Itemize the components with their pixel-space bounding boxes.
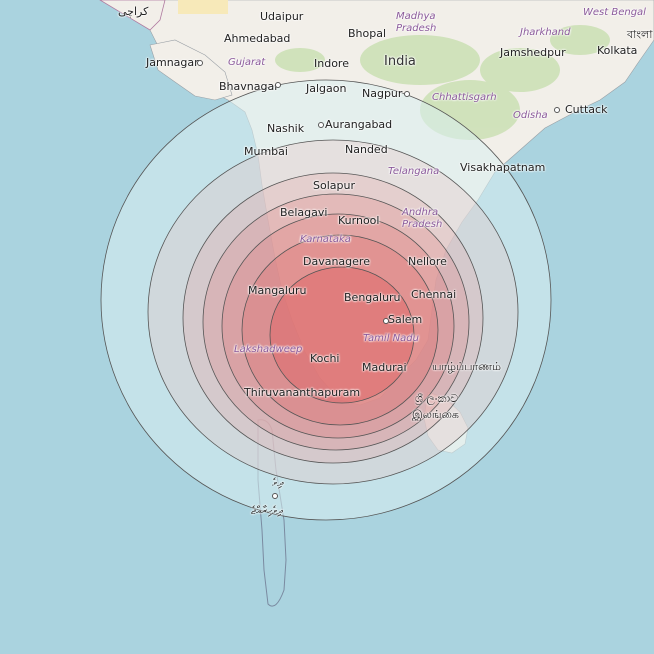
coverage-contours (100, 79, 552, 521)
label-indore: Indore (314, 57, 349, 70)
label-jamnagar: Jamnagar (146, 56, 199, 69)
label-srilanka-si: ශ්‍රී ලංකාව (415, 392, 459, 405)
label-madurai: Madurai (362, 361, 407, 374)
label-ahmedabad: Ahmedabad (224, 32, 291, 45)
label-davanagere: Davanagere (303, 255, 370, 268)
label-madhya-pradesh-1: Madhya (396, 11, 436, 22)
label-madhya-pradesh-2: Pradesh (396, 23, 437, 34)
label-gujarat: Gujarat (228, 57, 266, 68)
label-bhavnagar: Bhavnagar (219, 80, 279, 93)
label-aurangabad: Aurangabad (325, 118, 393, 131)
label-andhra-1: Andhra (402, 207, 439, 218)
desert-patch (178, 0, 228, 14)
label-mumbai: Mumbai (244, 145, 288, 158)
label-chhattisgarh: Chhattisgarh (432, 92, 497, 103)
label-odisha: Odisha (513, 110, 548, 121)
city-dot-bhavnagar (275, 82, 281, 88)
label-nellore: Nellore (408, 255, 447, 268)
label-mangaluru: Mangaluru (248, 284, 307, 297)
label-maldives-2: ދިވެހިރާއްޖެ (251, 504, 283, 517)
label-bengaluru: Bengaluru (344, 291, 401, 304)
basemap (0, 0, 654, 654)
label-thiruvananthapuram: Thiruvananthapuram (244, 386, 361, 399)
label-udaipur: Udaipur (260, 10, 304, 23)
label-jharkhand: Jharkhand (520, 27, 571, 38)
label-solapur: Solapur (313, 179, 355, 192)
label-bhopal: Bhopal (348, 27, 387, 40)
label-tamil-nadu: Tamil Nadu (363, 333, 419, 344)
label-maldives-1: ދިވެ (272, 476, 284, 489)
label-nashik: Nashik (267, 122, 305, 135)
city-dot-jamnagar (197, 60, 203, 66)
label-telangana: Telangana (388, 166, 440, 177)
label-kochi: Kochi (310, 352, 340, 365)
label-andhra-2: Pradesh (402, 219, 443, 230)
label-bangla: বাংলা (627, 28, 653, 41)
label-kurnool: Kurnool (338, 214, 380, 227)
label-karachi: کراچی (118, 5, 149, 18)
label-nagpur: Nagpur (362, 87, 403, 100)
city-dot-male (272, 493, 278, 499)
label-chennai: Chennai (411, 288, 457, 301)
label-lakshadweep: Lakshadweep (234, 344, 303, 355)
label-jaffna: யாழ்ப்பாணம் (432, 360, 501, 373)
label-jalgaon: Jalgaon (306, 82, 347, 95)
label-west-bengal: West Bengal (583, 7, 646, 18)
label-visakhapatnam: Visakhapatnam (460, 161, 546, 174)
label-belagavi: Belagavi (280, 206, 328, 219)
city-dot-nagpur (404, 91, 410, 97)
city-dot-cuttack (554, 107, 560, 113)
label-jamshedpur: Jamshedpur (500, 46, 566, 59)
label-srilanka-ta: இலங்கை (412, 408, 459, 421)
city-dot-aurangabad (318, 122, 324, 128)
city-dot-salem (383, 318, 389, 324)
label-karnataka: Karnataka (300, 234, 351, 245)
satellite-coverage-map[interactable]: کراچی Udaipur Ahmedabad Bhopal Madhya Pr… (0, 0, 654, 654)
label-salem: Salem (388, 313, 423, 326)
label-nanded: Nanded (345, 143, 388, 156)
label-kolkata: Kolkata (597, 44, 638, 57)
label-cuttack: Cuttack (565, 103, 608, 116)
label-india: India (384, 54, 416, 69)
